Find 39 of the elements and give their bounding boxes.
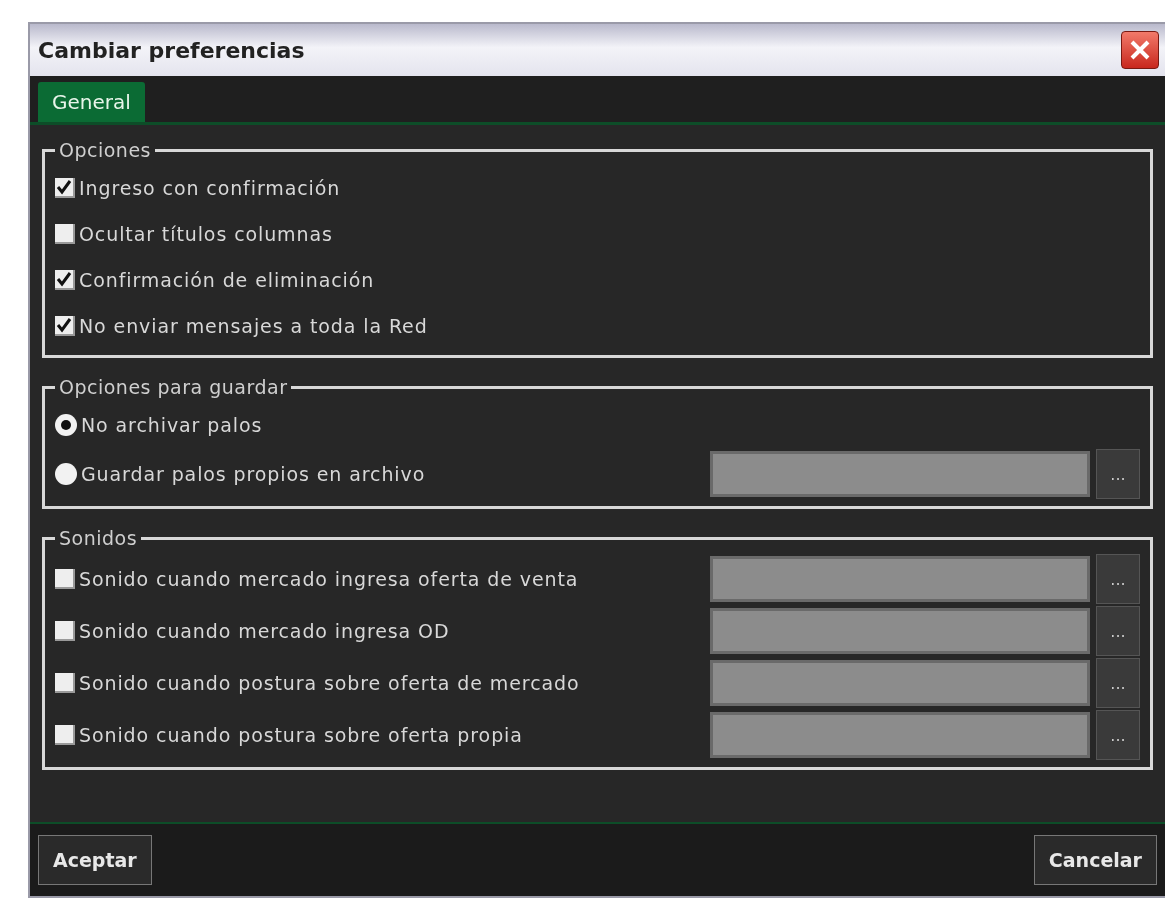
option-label: Guardar palos propios en archivo	[81, 463, 426, 485]
accept-button[interactable]: Aceptar	[38, 835, 152, 885]
checkbox[interactable]	[55, 178, 75, 198]
radio-button[interactable]	[55, 463, 77, 485]
window-title: Cambiar preferencias	[38, 37, 306, 63]
file-path-field[interactable]	[710, 451, 1090, 497]
file-path-field[interactable]	[710, 660, 1090, 706]
file-path-field[interactable]	[710, 608, 1090, 654]
checkbox[interactable]	[55, 725, 75, 745]
option-label: Confirmación de eliminación	[79, 269, 375, 291]
browse-button[interactable]: ...	[1096, 658, 1140, 708]
browse-button[interactable]: ...	[1096, 554, 1140, 604]
option-label: No archivar palos	[81, 414, 263, 436]
checkbox[interactable]	[55, 621, 75, 641]
checkbox[interactable]	[55, 673, 75, 693]
cancel-button[interactable]: Cancelar	[1033, 835, 1157, 885]
close-icon	[1128, 38, 1152, 62]
group-title: Opciones para guardar	[58, 376, 289, 398]
option-label: Sonido cuando postura sobre oferta propia	[79, 724, 523, 746]
option-label: Ocultar títulos columnas	[79, 223, 333, 245]
tab[interactable]: General	[38, 82, 145, 122]
option-label: Sonido cuando mercado ingresa OD	[79, 620, 450, 642]
option-label: Sonido cuando mercado ingresa oferta de venta	[79, 568, 579, 590]
checkbox[interactable]	[55, 224, 75, 244]
file-path-field[interactable]	[710, 556, 1090, 602]
option-label: Ingreso con confirmación	[79, 177, 341, 199]
file-path-field[interactable]	[710, 712, 1090, 758]
checkbox[interactable]	[55, 316, 75, 336]
browse-button[interactable]: ...	[1096, 449, 1140, 499]
close-button[interactable]	[1121, 31, 1159, 69]
browse-button[interactable]: ...	[1096, 710, 1140, 760]
group-title: Sonidos	[58, 527, 139, 549]
option-label: No enviar mensajes a toda la Red	[79, 315, 428, 337]
browse-button[interactable]: ...	[1096, 606, 1140, 656]
group-title: Opciones	[58, 139, 152, 161]
checkbox[interactable]	[55, 569, 75, 589]
checkbox[interactable]	[55, 270, 75, 290]
radio-button[interactable]	[55, 414, 77, 436]
option-label: Sonido cuando postura sobre oferta de mercado	[79, 672, 580, 694]
